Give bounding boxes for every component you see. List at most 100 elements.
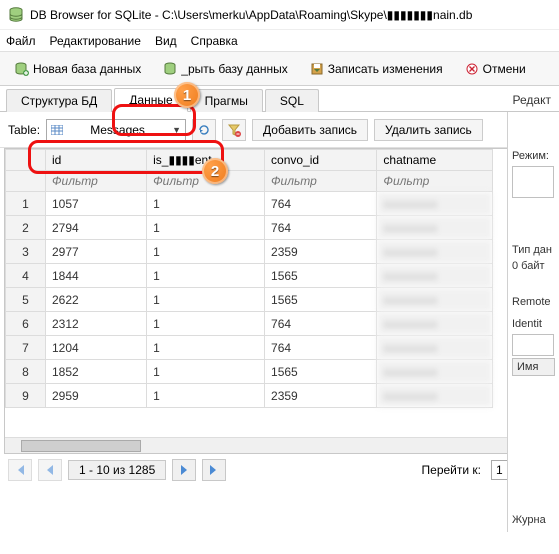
cell-convo[interactable]: 1565 [265,360,377,384]
identity-label: Identit [508,316,559,332]
row-number: 1 [6,192,46,216]
menu-view[interactable]: Вид [155,34,177,48]
tab-pragmas[interactable]: Прагмы [190,89,263,112]
write-changes-button[interactable]: Записать изменения [301,58,452,80]
cell-id[interactable]: 2959 [46,384,147,408]
table-dropdown[interactable]: Messages ▼ [46,119,186,141]
cell-convo[interactable]: 1565 [265,264,377,288]
table-icon [51,125,63,135]
prev-page-button[interactable] [38,459,62,481]
cell-convo[interactable]: 2359 [265,240,377,264]
table-row[interactable]: 227941764xxxxxxxxx [6,216,493,240]
cell-chatname[interactable]: xxxxxxxxx [377,336,493,360]
col-header-id[interactable]: id [46,150,147,171]
cell-id[interactable]: 1057 [46,192,147,216]
chevron-down-icon: ▼ [172,125,181,135]
identity-box [512,334,554,356]
cell-is[interactable]: 1 [147,192,265,216]
delete-record-button[interactable]: Удалить запись [374,119,483,141]
table-row[interactable]: 5262211565xxxxxxxxx [6,288,493,312]
cell-preview-box [512,166,554,198]
scrollbar-thumb[interactable] [21,440,141,452]
write-changes-label: Записать изменения [328,62,443,76]
cell-is[interactable]: 1 [147,264,265,288]
next-page-button[interactable] [172,459,196,481]
cell-chatname[interactable]: xxxxxxxxx [377,288,493,312]
table-dropdown-value: Messages [90,123,145,137]
cell-chatname[interactable]: xxxxxxxxx [377,312,493,336]
table-row[interactable]: 4184411565xxxxxxxxx [6,264,493,288]
table-row[interactable]: 3297712359xxxxxxxxx [6,240,493,264]
cell-id[interactable]: 1852 [46,360,147,384]
cell-is[interactable]: 1 [147,336,265,360]
new-database-button[interactable]: Новая база данных [6,58,150,80]
cell-is[interactable]: 1 [147,288,265,312]
side-panel: Режим: Тип дан 0 байт Remote Identit Имя… [507,112,559,532]
filter-chatname[interactable] [383,174,486,188]
cell-is[interactable]: 1 [147,384,265,408]
cell-is[interactable]: 1 [147,360,265,384]
cell-is[interactable]: 1 [147,240,265,264]
menu-help[interactable]: Справка [191,34,238,48]
tab-structure[interactable]: Структура БД [6,89,112,112]
cell-chatname[interactable]: xxxxxxxxx [377,216,493,240]
menu-file[interactable]: Файл [6,34,36,48]
cell-chatname[interactable]: xxxxxxxxx [377,384,493,408]
menu-edit[interactable]: Редактирование [50,34,141,48]
journal-label: Журна [508,512,550,528]
mode-label: Режим: [508,148,559,164]
refresh-button[interactable] [192,119,216,141]
table-row[interactable]: 623121764xxxxxxxxx [6,312,493,336]
cell-is[interactable]: 1 [147,216,265,240]
type-label: Тип дан [508,242,559,258]
cell-convo[interactable]: 764 [265,216,377,240]
filter-convo[interactable] [271,174,370,188]
cell-convo[interactable]: 1565 [265,288,377,312]
cell-chatname[interactable]: xxxxxxxxx [377,264,493,288]
clear-filter-button[interactable] [222,119,246,141]
table-row[interactable]: 712041764xxxxxxxxx [6,336,493,360]
row-number: 8 [6,360,46,384]
row-number: 5 [6,288,46,312]
cell-chatname[interactable]: xxxxxxxxx [377,192,493,216]
cell-is[interactable]: 1 [147,312,265,336]
cell-convo[interactable]: 764 [265,192,377,216]
col-header-convo[interactable]: convo_id [265,150,377,171]
table-row[interactable]: 9295912359xxxxxxxxx [6,384,493,408]
row-number: 7 [6,336,46,360]
cell-id[interactable]: 2977 [46,240,147,264]
data-grid: id is_▮▮▮▮ent convo_id chatname 11057176… [5,149,493,408]
row-number: 3 [6,240,46,264]
horizontal-scrollbar[interactable] [5,437,554,453]
cell-convo[interactable]: 764 [265,312,377,336]
cell-id[interactable]: 2312 [46,312,147,336]
content-tabs: Структура БД Данные Прагмы SQL Редакт [0,86,559,112]
table-picker-row: Table: Messages ▼ Добавить запись Удалит… [0,112,559,148]
first-page-button[interactable] [8,459,32,481]
undo-changes-button[interactable]: Отмени [456,58,535,80]
table-row[interactable]: 8185211565xxxxxxxxx [6,360,493,384]
tab-sql[interactable]: SQL [265,89,319,112]
filter-id[interactable] [52,174,140,188]
add-record-button[interactable]: Добавить запись [252,119,368,141]
cell-id[interactable]: 2794 [46,216,147,240]
cell-convo[interactable]: 2359 [265,384,377,408]
cell-id[interactable]: 1204 [46,336,147,360]
cell-id[interactable]: 2622 [46,288,147,312]
first-icon [14,464,26,476]
data-grid-container: id is_▮▮▮▮ent convo_id chatname 11057176… [4,148,555,454]
page-counter: 1 - 10 из 1285 [68,460,166,480]
corner-cell [6,150,46,171]
cell-convo[interactable]: 764 [265,336,377,360]
row-number: 2 [6,216,46,240]
cell-chatname[interactable]: xxxxxxxxx [377,360,493,384]
menubar: Файл Редактирование Вид Справка [0,30,559,52]
cell-chatname[interactable]: xxxxxxxxx [377,240,493,264]
col-header-chatname[interactable]: chatname [377,150,493,171]
open-database-button[interactable]: _рыть базу данных [154,58,296,80]
refresh-icon [197,123,211,137]
table-label: Table: [8,123,40,137]
table-row[interactable]: 110571764xxxxxxxxx [6,192,493,216]
last-page-button[interactable] [202,459,226,481]
cell-id[interactable]: 1844 [46,264,147,288]
